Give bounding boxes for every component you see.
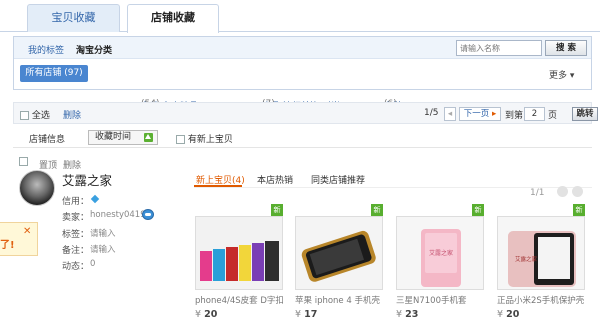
product-price: ¥ 20 (497, 309, 520, 320)
sort-bar: 店铺信息 收藏时间 有新上宝贝 (13, 128, 592, 148)
new-badge: 新 (371, 204, 383, 216)
dynamic-value: 0 (90, 259, 96, 269)
next-page-button[interactable]: 下一页 ▸ (459, 107, 501, 121)
category-header: 我的标签 淘宝分类 搜 索 (14, 37, 591, 59)
product-image[interactable]: 艾露之家 (497, 216, 585, 290)
product-image[interactable] (195, 216, 283, 290)
new-badge: 新 (472, 204, 484, 216)
shop-info-label: 店铺信息 (29, 135, 66, 145)
credit-diamond-icon (90, 194, 100, 204)
select-all[interactable]: 全选 (20, 108, 50, 121)
wangwang-chat-icon[interactable] (142, 209, 154, 220)
sort-by-time-button[interactable]: 收藏时间 (88, 130, 158, 145)
product-price: ¥ 17 (295, 309, 318, 320)
delete-link[interactable]: 删除 (63, 108, 81, 121)
pin-top-link[interactable]: 置顶 (39, 158, 57, 171)
tab-my-tags[interactable]: 我的标签 (28, 43, 64, 56)
shop-checkbox[interactable] (19, 157, 28, 166)
category-all-shops[interactable]: 所有店铺 (97) (20, 65, 88, 82)
product-name[interactable]: 正品小米2S手机保护壳 (497, 294, 589, 306)
tab-taobao-category[interactable]: 淘宝分类 (76, 43, 112, 56)
tab-shop-favorites[interactable]: 店铺收藏 (127, 4, 219, 33)
new-badge: 新 (271, 204, 283, 216)
toast-text: 了! (0, 240, 15, 251)
tab-hot-sellers[interactable]: 本店热销 (257, 173, 293, 186)
jump-button[interactable]: 跳转 (572, 107, 598, 121)
product-price: ¥ 23 (396, 309, 419, 320)
page-suffix: 页 (548, 111, 558, 121)
has-new-checkbox[interactable] (176, 135, 185, 144)
svg-text:艾露之家: 艾露之家 (515, 255, 538, 263)
shop-name[interactable]: 艾露之家 (62, 170, 112, 189)
seller-value: honesty0419 (90, 210, 146, 220)
tab-bar: 宝贝收藏 店铺收藏 (0, 0, 600, 33)
prev-page-button[interactable]: ◂ (444, 107, 456, 121)
new-badge: 新 (573, 204, 585, 216)
dynamic-label: 动态： (62, 262, 90, 272)
close-icon[interactable]: ✕ (23, 226, 31, 237)
product-pager: 1/1 (530, 188, 545, 198)
product-image[interactable]: 艾露之家 (396, 216, 484, 290)
product-name[interactable]: 三星N7100手机套 (396, 294, 488, 306)
search-button[interactable]: 搜 索 (545, 40, 587, 56)
page-number-input[interactable]: 2 (524, 107, 545, 121)
select-all-checkbox[interactable] (20, 111, 29, 120)
active-tab-underline (194, 185, 242, 187)
more-dropdown[interactable]: 更多 ▾ (549, 68, 574, 81)
tag-label: 标签： (62, 230, 90, 240)
action-toolbar: 全选 删除 1/5 ◂ 下一页 ▸ 到第 2 页 跳转 (13, 102, 598, 124)
prev-arrow-icon[interactable] (557, 186, 568, 197)
shop-select[interactable] (19, 157, 28, 167)
note-label: 备注： (62, 246, 90, 256)
next-arrow-icon[interactable] (572, 186, 583, 197)
search-input[interactable] (456, 40, 542, 56)
seller-label: 卖家： (62, 213, 90, 223)
has-new-filter[interactable]: 有新上宝贝 (176, 132, 233, 145)
credit-label: 信用： (62, 197, 90, 207)
shop-avatar[interactable] (19, 170, 55, 206)
sort-up-icon (144, 133, 153, 142)
page-indicator: 1/5 (424, 108, 439, 118)
category-panel: 我的标签 淘宝分类 搜 索 所有店铺 (97) 女装/女士精品 (54) 饰品/… (13, 36, 592, 112)
note-input[interactable]: 请输入 (90, 243, 116, 255)
tab-baobei-favorites[interactable]: 宝贝收藏 (27, 4, 120, 32)
goto-label: 到第 (505, 111, 524, 121)
tab-similar-shops[interactable]: 同类店铺推荐 (311, 173, 365, 186)
product-name[interactable]: phone4/4S皮套 D字扣 (195, 294, 287, 306)
svg-text:艾露之家: 艾露之家 (429, 249, 453, 257)
product-name[interactable]: 苹果 iphone 4 手机壳 (295, 294, 387, 306)
product-price: ¥ 20 (195, 309, 218, 320)
tag-input[interactable]: 请输入 (90, 227, 116, 239)
product-image[interactable] (295, 216, 383, 290)
notification-toast: 了! ✕ (0, 222, 38, 256)
